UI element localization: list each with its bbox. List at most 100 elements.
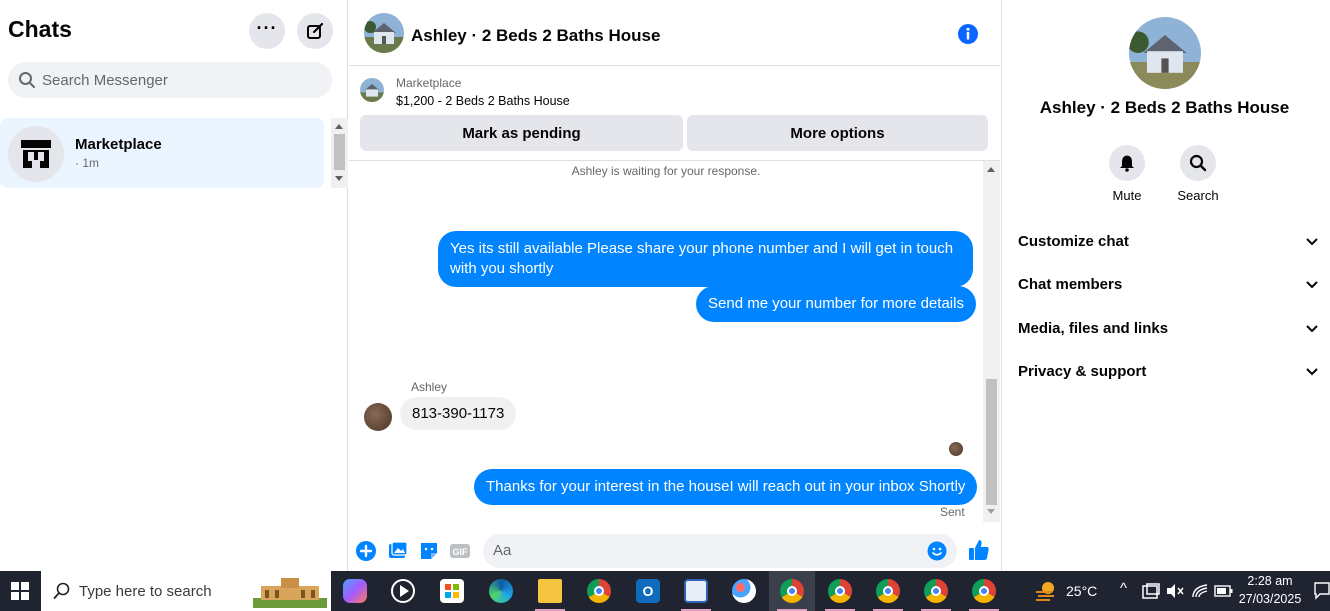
more-options-button[interactable]: More options <box>687 115 988 151</box>
sticker-icon[interactable] <box>418 540 440 562</box>
profile-avatar[interactable] <box>1129 17 1201 89</box>
section-label: Privacy & support <box>1018 362 1147 380</box>
mute-label: Mute <box>1112 188 1142 203</box>
composer: GIF <box>349 530 1000 571</box>
volume-muted-icon[interactable] <box>1166 583 1184 599</box>
chrome-icon <box>924 579 948 603</box>
sidebar-scrollbar[interactable] <box>331 118 348 188</box>
plus-icon[interactable] <box>355 540 377 562</box>
search-button[interactable] <box>1180 145 1216 181</box>
chat-title[interactable]: Ashley · 2 Beds 2 Baths House <box>411 26 660 46</box>
seen-indicator-avatar <box>949 442 963 456</box>
taskbar-app-copilot[interactable] <box>332 571 378 611</box>
message-input[interactable] <box>493 542 913 559</box>
marketplace-listing-banner: Marketplace $1,200 - 2 Beds 2 Baths Hous… <box>349 66 1000 161</box>
message-bubble-received[interactable]: 813-390-1173 <box>400 397 517 430</box>
ashley-avatar[interactable] <box>364 403 392 431</box>
scroll-down-arrow[interactable] <box>335 176 343 181</box>
ellipsis-icon: ··· <box>256 18 278 38</box>
messenger-search[interactable] <box>8 62 332 98</box>
mute-action[interactable]: Mute <box>1097 145 1157 203</box>
chat-list-item[interactable]: Marketplace · 1m <box>0 118 324 188</box>
taskbar-app-paint[interactable] <box>721 571 767 611</box>
chevron-down-icon <box>1306 363 1318 380</box>
search-icon <box>19 72 35 88</box>
taskbar-app-chrome-profile-2[interactable] <box>817 571 863 611</box>
scrollbar-thumb[interactable] <box>334 134 345 170</box>
search-icon <box>53 582 70 599</box>
battery-icon[interactable] <box>1214 584 1234 598</box>
start-button[interactable] <box>0 571 40 611</box>
gif-icon[interactable]: GIF <box>449 540 471 562</box>
section-chat-members[interactable]: Chat members <box>1018 264 1318 304</box>
listing-price-title[interactable]: $1,200 - 2 Beds 2 Baths House <box>396 94 570 108</box>
chats-sidebar: Chats ··· Marketplace · 1m <box>0 0 348 571</box>
more-options-button[interactable]: ··· <box>249 13 285 49</box>
store-icon <box>440 579 464 603</box>
section-label: Chat members <box>1018 275 1123 293</box>
windows-taskbar: O 25°C ^ <box>0 571 1330 611</box>
conversation-panel: Ashley · 2 Beds 2 Baths House Marketplac… <box>349 0 1000 571</box>
message-bubble-sent[interactable]: Yes its still available Please share you… <box>438 231 973 287</box>
taskbar-app-chrome-profile-4[interactable] <box>913 571 959 611</box>
message-input-wrapper[interactable] <box>483 534 957 568</box>
clock-date[interactable]: 27/03/2025 <box>1236 592 1304 606</box>
taskbar-app-chrome[interactable] <box>576 571 622 611</box>
taskbar-app-chrome-profile-5[interactable] <box>961 571 1007 611</box>
folder-icon <box>538 579 562 603</box>
wifi-icon[interactable] <box>1191 583 1209 599</box>
search-input[interactable] <box>42 71 312 89</box>
sent-status: Sent <box>940 505 965 519</box>
emoji-icon[interactable] <box>927 541 947 561</box>
search-action[interactable]: Search <box>1168 145 1228 203</box>
scroll-up-arrow[interactable] <box>335 124 343 129</box>
photo-icon[interactable] <box>387 540 409 562</box>
info-icon[interactable] <box>957 23 979 45</box>
profile-name: Ashley · 2 Beds 2 Baths House <box>1039 98 1290 117</box>
windows-logo-icon <box>11 582 29 600</box>
chrome-icon <box>587 579 611 603</box>
taskbar-app-chrome-profile-3[interactable] <box>865 571 911 611</box>
listing-thumbnail[interactable] <box>360 78 384 102</box>
taskbar-app-store[interactable] <box>429 571 475 611</box>
scroll-up-arrow[interactable] <box>987 167 995 172</box>
chevron-down-icon <box>1306 276 1318 293</box>
message-thread[interactable]: Ashley is waiting for your response. Yes… <box>349 161 983 522</box>
scroll-down-arrow[interactable] <box>987 509 995 514</box>
section-customize-chat[interactable]: Customize chat <box>1018 221 1318 261</box>
house-photo-icon <box>360 78 384 102</box>
copilot-icon <box>343 579 367 603</box>
listing-source: Marketplace <box>396 76 462 90</box>
section-privacy-support[interactable]: Privacy & support <box>1018 351 1318 391</box>
thumbs-up-icon[interactable] <box>967 538 991 562</box>
mark-as-pending-button[interactable]: Mark as pending <box>360 115 683 151</box>
taskbar-search-input[interactable] <box>79 582 219 600</box>
sidebar-title: Chats <box>8 16 72 42</box>
weather-icon[interactable] <box>1034 580 1058 602</box>
scrollbar-thumb[interactable] <box>986 379 997 505</box>
taskbar-search[interactable] <box>41 571 331 611</box>
clock-time[interactable]: 2:28 am <box>1238 574 1302 588</box>
window-app-icon <box>684 579 708 603</box>
taskbar-app-file-explorer[interactable] <box>527 571 573 611</box>
section-media-files-links[interactable]: Media, files and links <box>1018 308 1318 348</box>
temperature[interactable]: 25°C <box>1066 583 1097 599</box>
message-bubble-sent[interactable]: Send me your number for more details <box>696 286 976 322</box>
chat-header: Ashley · 2 Beds 2 Baths House <box>349 0 1000 66</box>
house-photo-icon <box>364 13 404 53</box>
house-avatar[interactable] <box>364 13 404 53</box>
edge-icon <box>489 579 513 603</box>
chevron-down-icon <box>1306 320 1318 337</box>
thread-scrollbar[interactable] <box>983 161 1000 522</box>
notifications-icon[interactable] <box>1314 582 1330 600</box>
chevron-up-icon[interactable]: ^ <box>1120 580 1127 597</box>
tray-app-icon[interactable] <box>1142 583 1160 599</box>
mute-button[interactable] <box>1109 145 1145 181</box>
taskbar-app-chrome-active[interactable] <box>769 571 815 611</box>
taskbar-app-media[interactable] <box>380 571 426 611</box>
taskbar-app-window[interactable] <box>673 571 719 611</box>
taskbar-app-edge[interactable] <box>478 571 524 611</box>
taskbar-app-outlook[interactable]: O <box>625 571 671 611</box>
message-bubble-sent[interactable]: Thanks for your interest in the houseI w… <box>474 469 978 505</box>
new-message-button[interactable] <box>297 13 333 49</box>
